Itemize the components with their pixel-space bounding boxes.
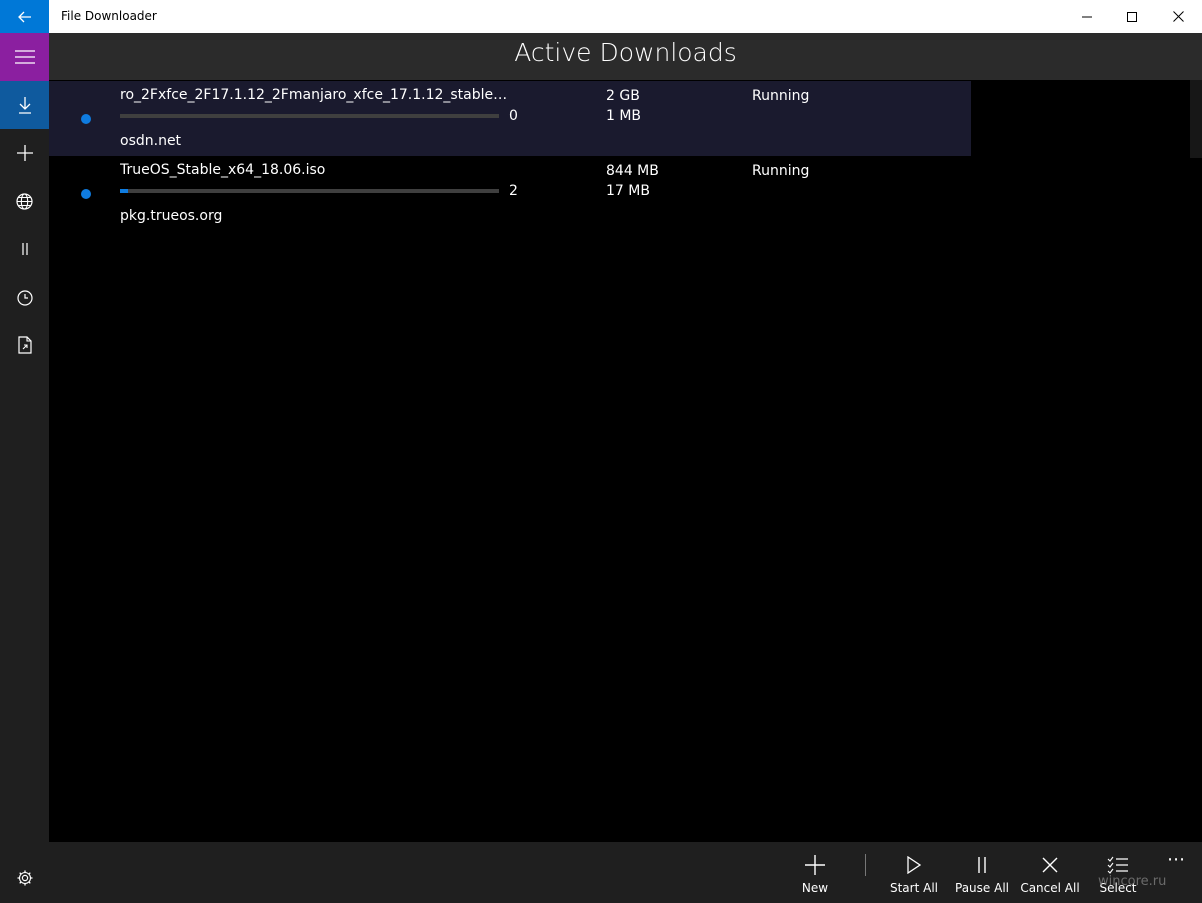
download-status: Running	[752, 163, 810, 179]
host-name: osdn.net	[120, 133, 182, 149]
downloaded-size: 1 MB	[606, 108, 642, 124]
globe-icon	[16, 192, 33, 210]
back-button[interactable]	[0, 0, 49, 33]
app-title: File Downloader	[61, 9, 157, 23]
new-label: New	[801, 881, 829, 895]
pause-icon	[21, 243, 28, 255]
minimize-button[interactable]	[1064, 0, 1110, 33]
download-icon	[18, 97, 31, 114]
download-status: Running	[752, 88, 810, 104]
plus-icon	[16, 145, 33, 161]
play-icon	[907, 856, 921, 874]
file-name: ro_2Fxfce_2F17.1.12_2Fmanjaro_xfce_17.1.…	[120, 87, 510, 103]
hamburger-icon	[14, 50, 35, 64]
title-bar: File Downloader	[0, 0, 1202, 33]
downloaded-size: 17 MB	[606, 183, 650, 199]
clock-icon	[16, 290, 33, 306]
total-size: 844 MB	[606, 163, 659, 179]
cancel-all-button[interactable]: Cancel All	[1017, 842, 1083, 903]
close-icon	[1172, 11, 1184, 22]
nav-paused[interactable]	[0, 225, 49, 273]
page-header: Active Downloads	[49, 33, 1202, 80]
host-name: pkg.trueos.org	[120, 208, 223, 224]
minimize-icon	[1082, 16, 1092, 17]
nav-rail	[0, 33, 49, 903]
nav-history[interactable]	[0, 274, 49, 322]
start-all-label: Start All	[889, 881, 938, 895]
nav-browser[interactable]	[0, 177, 49, 225]
pause-all-button[interactable]: Pause All	[949, 842, 1015, 903]
nav-settings[interactable]	[0, 854, 49, 902]
select-button[interactable]: Select	[1085, 842, 1151, 903]
progress-fill	[120, 189, 128, 193]
start-all-button[interactable]: Start All	[881, 842, 947, 903]
page-title: Active Downloads	[514, 38, 737, 67]
progress-percent: 2	[509, 183, 518, 199]
plus-icon	[805, 855, 825, 875]
gear-icon	[17, 870, 32, 886]
progress-bar	[120, 114, 499, 118]
command-separator	[865, 854, 866, 876]
maximize-button[interactable]	[1109, 0, 1155, 33]
nav-add[interactable]	[0, 129, 49, 177]
nav-active-downloads[interactable]	[0, 81, 49, 129]
total-size: 2 GB	[606, 88, 640, 104]
download-row[interactable]: ro_2Fxfce_2F17.1.12_2Fmanjaro_xfce_17.1.…	[49, 81, 971, 156]
pause-all-label: Pause All	[955, 881, 1009, 895]
progress-percent: 0	[509, 108, 518, 124]
close-icon	[1042, 857, 1058, 873]
status-dot	[81, 189, 91, 199]
pause-icon	[978, 857, 986, 873]
cancel-all-label: Cancel All	[1020, 881, 1080, 895]
status-dot	[81, 114, 91, 124]
multi-select-icon	[1107, 856, 1128, 874]
watermark: wincore.ru	[1098, 874, 1167, 889]
close-button[interactable]	[1155, 0, 1201, 33]
scroll-strip	[1190, 80, 1202, 158]
maximize-icon	[1127, 11, 1137, 22]
download-row[interactable]: TrueOS_Stable_x64_18.06.iso 2 pkg.trueos…	[49, 156, 971, 231]
file-export-icon	[17, 336, 32, 354]
hamburger-menu-button[interactable]	[0, 33, 49, 81]
file-name: TrueOS_Stable_x64_18.06.iso	[120, 162, 326, 178]
new-button[interactable]: New	[782, 842, 848, 903]
back-arrow-icon	[17, 11, 31, 22]
progress-bar	[120, 189, 499, 193]
nav-completed[interactable]	[0, 321, 49, 369]
command-bar: New Start All Pause All Cancel All Selec…	[49, 842, 1202, 903]
